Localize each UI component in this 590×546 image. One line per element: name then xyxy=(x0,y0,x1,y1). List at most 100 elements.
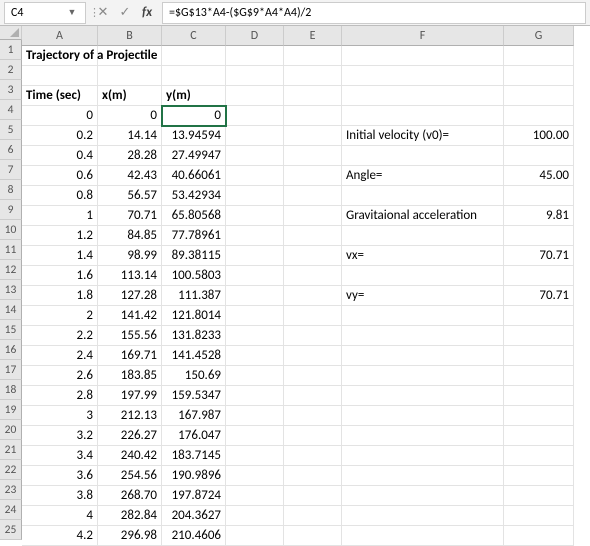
cancel-icon[interactable]: ✕ xyxy=(92,2,114,24)
cell-a17[interactable]: 2.6 xyxy=(22,366,98,386)
cell-d13[interactable] xyxy=(226,286,284,306)
row-header[interactable]: 6 xyxy=(0,140,22,160)
cell-b24[interactable]: 282.84 xyxy=(98,506,162,526)
row-header[interactable]: 5 xyxy=(0,120,22,140)
cell-f13[interactable]: vy= xyxy=(342,286,504,306)
cell-f10[interactable] xyxy=(342,226,504,246)
row-header[interactable]: 14 xyxy=(0,300,22,320)
row-header[interactable]: 7 xyxy=(0,160,22,180)
cell-e10[interactable] xyxy=(284,226,342,246)
cell-b11[interactable]: 98.99 xyxy=(98,246,162,266)
row-header[interactable]: 20 xyxy=(0,420,22,440)
cell-g13[interactable]: 70.71 xyxy=(504,286,574,306)
row-header[interactable]: 4 xyxy=(0,100,22,120)
cell-f5[interactable]: Initial velocity (v0)= xyxy=(342,126,504,146)
cell-c22[interactable]: 190.9896 xyxy=(162,466,226,486)
row-header[interactable]: 25 xyxy=(0,520,22,540)
cell-a24[interactable]: 4 xyxy=(22,506,98,526)
cell-a21[interactable]: 3.4 xyxy=(22,446,98,466)
cell-f2[interactable] xyxy=(342,66,504,86)
column-header-b[interactable]: B xyxy=(98,26,162,46)
cell-g23[interactable] xyxy=(504,486,574,506)
cell-c3[interactable]: y(m) xyxy=(162,86,226,106)
cell-d7[interactable] xyxy=(226,166,284,186)
cell-e16[interactable] xyxy=(284,346,342,366)
cell-f16[interactable] xyxy=(342,346,504,366)
cell-e15[interactable] xyxy=(284,326,342,346)
cell-d23[interactable] xyxy=(226,486,284,506)
cell-c6[interactable]: 27.49947 xyxy=(162,146,226,166)
cell-c11[interactable]: 89.38115 xyxy=(162,246,226,266)
cell-d14[interactable] xyxy=(226,306,284,326)
cell-a19[interactable]: 3 xyxy=(22,406,98,426)
row-header[interactable]: 16 xyxy=(0,340,22,360)
cell-c7[interactable]: 40.66061 xyxy=(162,166,226,186)
cell-c23[interactable]: 197.8724 xyxy=(162,486,226,506)
row-header[interactable]: 19 xyxy=(0,400,22,420)
column-header-f[interactable]: F xyxy=(342,26,504,46)
select-all-corner[interactable] xyxy=(0,26,22,40)
cell-d2[interactable] xyxy=(226,66,284,86)
cell-a3[interactable]: Time (sec) xyxy=(22,86,98,106)
cell-b20[interactable]: 226.27 xyxy=(98,426,162,446)
cell-g17[interactable] xyxy=(504,366,574,386)
cell-e6[interactable] xyxy=(284,146,342,166)
cell-f19[interactable] xyxy=(342,406,504,426)
cell-c20[interactable]: 176.047 xyxy=(162,426,226,446)
cell-d9[interactable] xyxy=(226,206,284,226)
cell-g15[interactable] xyxy=(504,326,574,346)
cell-b17[interactable]: 183.85 xyxy=(98,366,162,386)
column-header-e[interactable]: E xyxy=(284,26,342,46)
cell-d4[interactable] xyxy=(226,106,284,126)
cell-c8[interactable]: 53.42934 xyxy=(162,186,226,206)
cell-f6[interactable] xyxy=(342,146,504,166)
column-header-g[interactable]: G xyxy=(504,26,574,46)
cell-e9[interactable] xyxy=(284,206,342,226)
cell-d6[interactable] xyxy=(226,146,284,166)
cell-g20[interactable] xyxy=(504,426,574,446)
row-header[interactable]: 1 xyxy=(0,40,22,60)
cell-b8[interactable]: 56.57 xyxy=(98,186,162,206)
row-header[interactable]: 11 xyxy=(0,240,22,260)
cell-e21[interactable] xyxy=(284,446,342,466)
cell-d12[interactable] xyxy=(226,266,284,286)
cell-f3[interactable] xyxy=(342,86,504,106)
cell-e5[interactable] xyxy=(284,126,342,146)
cell-b18[interactable]: 197.99 xyxy=(98,386,162,406)
cell-b13[interactable]: 127.28 xyxy=(98,286,162,306)
cell-b10[interactable]: 84.85 xyxy=(98,226,162,246)
cell-a8[interactable]: 0.8 xyxy=(22,186,98,206)
cell-d17[interactable] xyxy=(226,366,284,386)
cell-g11[interactable]: 70.71 xyxy=(504,246,574,266)
cell-c17[interactable]: 150.69 xyxy=(162,366,226,386)
cell-f1[interactable] xyxy=(342,46,504,66)
cell-b9[interactable]: 70.71 xyxy=(98,206,162,226)
cell-f23[interactable] xyxy=(342,486,504,506)
cell-e2[interactable] xyxy=(284,66,342,86)
cell-c2[interactable] xyxy=(162,66,226,86)
column-header-d[interactable]: D xyxy=(226,26,284,46)
cell-g3[interactable] xyxy=(504,86,574,106)
cell-e11[interactable] xyxy=(284,246,342,266)
cell-b25[interactable]: 296.98 xyxy=(98,526,162,546)
row-header[interactable]: 12 xyxy=(0,260,22,280)
cell-c9[interactable]: 65.80568 xyxy=(162,206,226,226)
cell-a10[interactable]: 1.2 xyxy=(22,226,98,246)
cell-b19[interactable]: 212.13 xyxy=(98,406,162,426)
cell-c1[interactable] xyxy=(162,46,226,66)
cell-c14[interactable]: 121.8014 xyxy=(162,306,226,326)
cell-g22[interactable] xyxy=(504,466,574,486)
cell-c18[interactable]: 159.5347 xyxy=(162,386,226,406)
row-header[interactable]: 23 xyxy=(0,480,22,500)
cell-f17[interactable] xyxy=(342,366,504,386)
formula-input[interactable]: =$G$13*A4-($G$9*A4*A4)/2 xyxy=(162,2,586,24)
cell-c13[interactable]: 111.387 xyxy=(162,286,226,306)
cell-e22[interactable] xyxy=(284,466,342,486)
cell-d16[interactable] xyxy=(226,346,284,366)
cell-d5[interactable] xyxy=(226,126,284,146)
cell-e23[interactable] xyxy=(284,486,342,506)
cell-f8[interactable] xyxy=(342,186,504,206)
cell-f4[interactable] xyxy=(342,106,504,126)
cell-f24[interactable] xyxy=(342,506,504,526)
cell-b6[interactable]: 28.28 xyxy=(98,146,162,166)
